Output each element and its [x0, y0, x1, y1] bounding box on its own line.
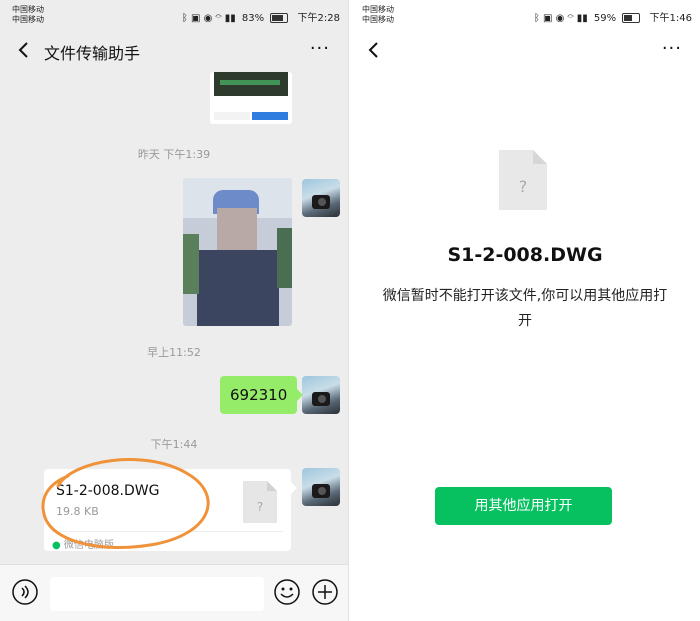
- carrier-info: 中国移动 中国移动: [362, 5, 394, 25]
- message-list[interactable]: 昨天 下午1:39 早上11:52 692310 下午1:44 S1-2-008…: [0, 72, 348, 565]
- battery-percent: 59%: [593, 13, 617, 24]
- carrier-info: 中国移动 中国移动: [12, 5, 44, 25]
- text-message[interactable]: 692310: [220, 376, 304, 414]
- emoji-icon[interactable]: [274, 579, 300, 605]
- title-bar: 文件传输助手 ···: [0, 30, 348, 72]
- signal-icon: ᛒ ▣ ◉ ⌔ ▮▮: [181, 13, 236, 24]
- carrier-2: 中国移动: [12, 15, 44, 24]
- file-name: S1-2-008.DWG: [447, 244, 603, 266]
- annotation-circle: [41, 457, 210, 549]
- voice-icon[interactable]: [12, 579, 38, 605]
- screenshot-thumbnail: [214, 72, 288, 96]
- carrier-1: 中国移动: [362, 5, 394, 14]
- unknown-file-icon: ?: [243, 481, 277, 523]
- battery-percent: 83%: [241, 13, 265, 24]
- open-with-other-app-button[interactable]: 用其他应用打开: [435, 487, 612, 525]
- more-options-icon[interactable]: ···: [662, 38, 682, 59]
- photo-message[interactable]: [183, 178, 292, 326]
- timestamp-1: 昨天 下午1:39: [137, 148, 211, 161]
- battery-icon: [622, 13, 641, 23]
- user-avatar[interactable]: [302, 376, 340, 414]
- timestamp-3: 下午1:44: [150, 438, 198, 451]
- status-icons: ᛒ ▣ ◉ ⌔ ▮▮ 83% 下午2:28: [179, 9, 340, 24]
- carrier-2: 中国移动: [362, 15, 394, 24]
- timestamp-2: 早上11:52: [147, 346, 201, 359]
- battery-icon: [270, 13, 289, 23]
- status-time: 下午2:28: [297, 13, 340, 24]
- carrier-1: 中国移动: [12, 5, 44, 14]
- cannot-open-message: 微信暂时不能打开该文件,你可以用其他应用打开: [382, 288, 668, 329]
- chat-title: 文件传输助手: [44, 44, 141, 63]
- status-time: 下午1:46: [649, 13, 692, 24]
- user-avatar[interactable]: [302, 468, 340, 506]
- status-bar: 中国移动 中国移动 ᛒ ▣ ◉ ⌔ ▮▮ 59% 下午1:46: [350, 0, 700, 30]
- unknown-file-icon: ?: [499, 150, 547, 210]
- plus-icon[interactable]: [312, 579, 338, 605]
- user-avatar[interactable]: [302, 179, 340, 217]
- file-icon-mark: ?: [257, 500, 263, 514]
- chat-screen: 中国移动 中国移动 ᛒ ▣ ◉ ⌔ ▮▮ 83% 下午2:28 文件传输助手 ·…: [0, 0, 349, 621]
- back-arrow-icon[interactable]: [14, 40, 34, 60]
- signal-icon: ᛒ ▣ ◉ ⌔ ▮▮: [533, 13, 588, 24]
- more-options-icon[interactable]: ···: [310, 38, 330, 59]
- message-input[interactable]: [50, 577, 264, 611]
- title-bar: ···: [350, 30, 700, 72]
- input-bar: [0, 564, 348, 621]
- status-bar: 中国移动 中国移动 ᛒ ▣ ◉ ⌔ ▮▮ 83% 下午2:28: [0, 0, 348, 30]
- status-icons: ᛒ ▣ ◉ ⌔ ▮▮ 59% 下午1:46: [531, 9, 692, 24]
- file-icon-mark: ?: [519, 177, 528, 196]
- back-arrow-icon[interactable]: [364, 40, 384, 60]
- image-message-preview[interactable]: [210, 72, 292, 124]
- file-open-screen: 中国移动 中国移动 ᛒ ▣ ◉ ⌔ ▮▮ 59% 下午1:46 ··· ? S1…: [350, 0, 700, 621]
